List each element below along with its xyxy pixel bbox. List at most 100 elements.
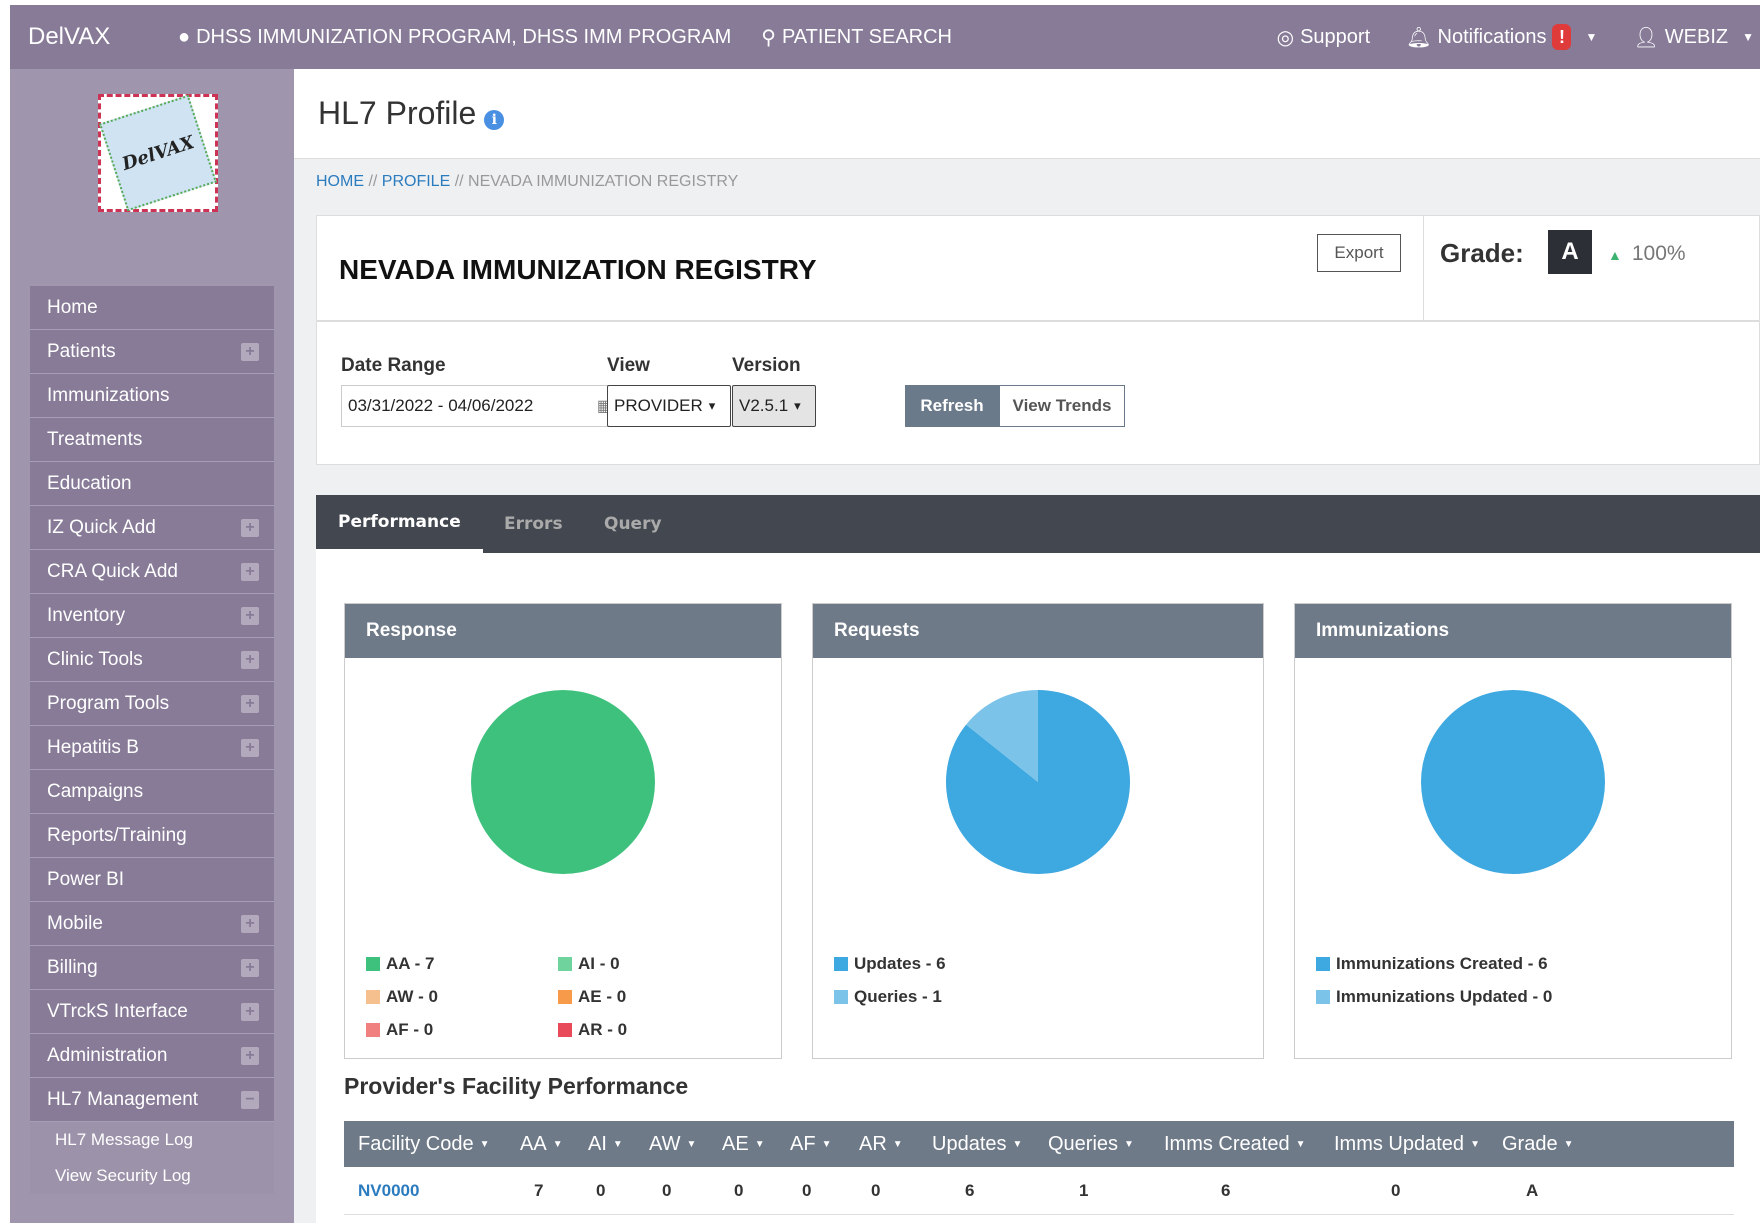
sidebar-item[interactable]: CRA Quick Add + bbox=[30, 550, 274, 594]
sidebar-item-label: Inventory bbox=[47, 604, 126, 626]
delvax-logo[interactable]: DelVAX bbox=[98, 94, 218, 212]
column-header[interactable]: AF ▼ bbox=[790, 1121, 831, 1167]
legend-item[interactable]: AA - 7 bbox=[366, 954, 435, 974]
date-range-input[interactable]: 03/31/2022 - 04/06/2022 ▦ bbox=[341, 385, 625, 427]
sidebar-item[interactable]: Program Tools + bbox=[30, 682, 274, 726]
column-header[interactable]: Imms Created ▼ bbox=[1164, 1121, 1306, 1167]
sidebar-item[interactable]: Campaigns bbox=[30, 770, 274, 814]
sidebar-item-label: Home bbox=[47, 296, 98, 318]
column-header[interactable]: AI ▼ bbox=[588, 1121, 623, 1167]
refresh-button[interactable]: Refresh bbox=[905, 385, 999, 427]
legend-item[interactable]: AF - 0 bbox=[366, 1020, 433, 1040]
view-trends-button[interactable]: View Trends bbox=[999, 385, 1125, 427]
sidebar-item[interactable]: Reports/Training bbox=[30, 814, 274, 858]
sidebar-item[interactable]: Mobile + bbox=[30, 902, 274, 946]
brand[interactable]: DelVAX bbox=[28, 23, 178, 51]
sort-caret-icon: ▼ bbox=[754, 1138, 765, 1150]
legend-label: AI - 0 bbox=[578, 954, 620, 973]
sidebar-item[interactable]: Patients + bbox=[30, 330, 274, 374]
sidebar-item[interactable]: Home bbox=[30, 286, 274, 330]
sidebar-item-label: VTrckS Interface bbox=[47, 1000, 188, 1022]
column-header[interactable]: Updates ▼ bbox=[932, 1121, 1022, 1167]
expand-icon[interactable]: + bbox=[241, 695, 259, 713]
tab-errors[interactable]: Errors bbox=[504, 495, 563, 553]
expand-icon[interactable]: + bbox=[241, 519, 259, 537]
legend-item[interactable]: Immunizations Updated - 0 bbox=[1316, 987, 1552, 1007]
export-button[interactable]: Export bbox=[1317, 234, 1401, 272]
sidebar-item[interactable]: Power BI bbox=[30, 858, 274, 902]
version-select-value: V2.5.1 bbox=[739, 396, 789, 415]
expand-icon[interactable]: + bbox=[241, 651, 259, 669]
expand-icon[interactable]: + bbox=[241, 1047, 259, 1065]
table-cell: 6 bbox=[1221, 1181, 1231, 1200]
collapse-icon[interactable]: − bbox=[241, 1091, 259, 1109]
tab-performance[interactable]: Performance bbox=[316, 495, 483, 553]
view-select[interactable]: PROVIDER ▾ bbox=[607, 385, 731, 427]
tab-query[interactable]: Query bbox=[604, 495, 662, 553]
column-header-label: AA bbox=[520, 1132, 547, 1155]
pie-slice-aa[interactable] bbox=[471, 690, 655, 874]
legend-item[interactable]: Queries - 1 bbox=[834, 987, 942, 1007]
facility-code-link[interactable]: NV0000 bbox=[358, 1167, 419, 1215]
sidebar-subitem[interactable]: View Security Log bbox=[30, 1158, 274, 1194]
column-header[interactable]: AA ▼ bbox=[520, 1121, 563, 1167]
legend-item[interactable]: AW - 0 bbox=[366, 987, 438, 1007]
table-cell: 0 bbox=[734, 1181, 744, 1200]
table-cell: 7 bbox=[534, 1181, 544, 1200]
table-cell: A bbox=[1526, 1181, 1539, 1200]
legend-item[interactable]: AI - 0 bbox=[558, 954, 620, 974]
legend-swatch bbox=[366, 957, 380, 971]
sidebar-subitem[interactable]: HL7 Message Log bbox=[30, 1122, 274, 1158]
legend-item[interactable]: Updates - 6 bbox=[834, 954, 946, 974]
column-header[interactable]: Queries ▼ bbox=[1048, 1121, 1134, 1167]
column-header[interactable]: Imms Updated ▼ bbox=[1334, 1121, 1480, 1167]
notifications-link[interactable]: 🔔︎ Notifications ! ▼ bbox=[1406, 24, 1597, 50]
expand-icon[interactable]: + bbox=[241, 739, 259, 757]
expand-icon[interactable]: + bbox=[241, 959, 259, 977]
sort-caret-icon: ▼ bbox=[892, 1138, 903, 1150]
legend-label: Queries - 1 bbox=[854, 987, 942, 1006]
column-header[interactable]: AR ▼ bbox=[859, 1121, 903, 1167]
sidebar-item[interactable]: Education bbox=[30, 462, 274, 506]
breadcrumb: HOME // PROFILE // NEVADA IMMUNIZATION R… bbox=[316, 173, 738, 191]
nav-right: ◎ Support 🔔︎ Notifications ! ▼ 👤︎ WEBIZ … bbox=[1277, 24, 1760, 50]
expand-icon[interactable]: + bbox=[241, 343, 259, 361]
breadcrumb-profile[interactable]: PROFILE bbox=[382, 173, 450, 190]
program-link[interactable]: ● DHSS IMMUNIZATION PROGRAM, DHSS IMM PR… bbox=[178, 26, 731, 49]
sidebar-item[interactable]: IZ Quick Add + bbox=[30, 506, 274, 550]
sidebar-item[interactable]: Hepatitis B + bbox=[30, 726, 274, 770]
support-link[interactable]: ◎ Support bbox=[1277, 25, 1371, 50]
breadcrumb-home[interactable]: HOME bbox=[316, 173, 364, 190]
patient-search-link[interactable]: ⚲ PATIENT SEARCH bbox=[761, 25, 952, 50]
legend-item[interactable]: AE - 0 bbox=[558, 987, 626, 1007]
sidebar-item[interactable]: Clinic Tools + bbox=[30, 638, 274, 682]
expand-icon[interactable]: + bbox=[241, 607, 259, 625]
sidebar-item[interactable]: HL7 Management − bbox=[30, 1078, 274, 1122]
column-header[interactable]: Grade ▼ bbox=[1502, 1121, 1574, 1167]
expand-icon[interactable]: + bbox=[241, 1003, 259, 1021]
expand-icon[interactable]: + bbox=[241, 915, 259, 933]
table-row: NV0000 7 0 0 0 0 0 6 1 6 0 A bbox=[344, 1167, 1734, 1215]
column-header[interactable]: AW ▼ bbox=[649, 1121, 696, 1167]
table-header: Facility Code ▼ AA ▼ AI ▼ AW ▼ AE ▼ AF ▼ AR ▼ Updates ▼… bbox=[344, 1121, 1734, 1167]
column-header[interactable]: AE ▼ bbox=[722, 1121, 765, 1167]
version-select[interactable]: V2.5.1 ▾ bbox=[732, 385, 816, 427]
expand-icon[interactable]: + bbox=[241, 563, 259, 581]
legend-item[interactable]: Immunizations Created - 6 bbox=[1316, 954, 1548, 974]
sidebar-item[interactable]: Treatments bbox=[30, 418, 274, 462]
sidebar-item[interactable]: Billing + bbox=[30, 946, 274, 990]
column-header[interactable]: Facility Code ▼ bbox=[358, 1121, 490, 1167]
legend-item[interactable]: AR - 0 bbox=[558, 1020, 627, 1040]
user-menu[interactable]: 👤︎ WEBIZ ▼ bbox=[1633, 25, 1754, 50]
table-cell: 0 bbox=[1391, 1181, 1401, 1200]
sidebar-item-label: Reports/Training bbox=[47, 824, 187, 846]
sidebar-item[interactable]: Inventory + bbox=[30, 594, 274, 638]
sidebar-item-label: Education bbox=[47, 472, 132, 494]
sidebar-item[interactable]: Immunizations bbox=[30, 374, 274, 418]
sidebar-menu: Home Patients + Immunizations Treatments Educ… bbox=[30, 286, 274, 1194]
legend-swatch bbox=[834, 957, 848, 971]
sidebar-item[interactable]: VTrckS Interface + bbox=[30, 990, 274, 1034]
sidebar-item[interactable]: Administration + bbox=[30, 1034, 274, 1078]
pie-slice-immunizations-created[interactable] bbox=[1421, 690, 1605, 874]
info-icon[interactable]: i bbox=[484, 109, 505, 130]
